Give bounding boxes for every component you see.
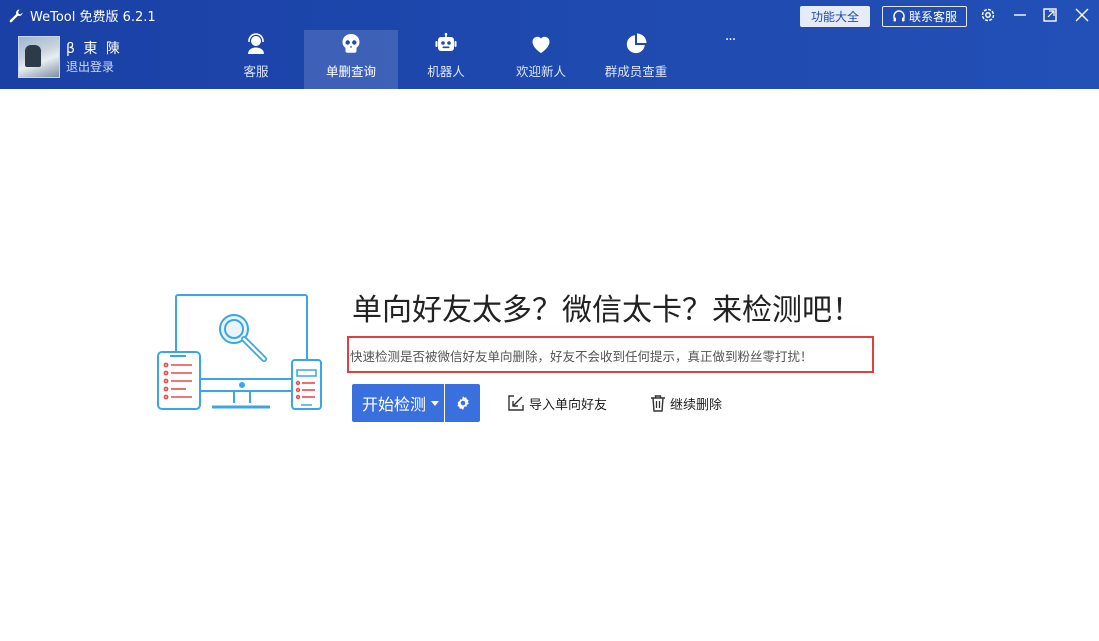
devices-illustration [157, 294, 322, 410]
description-text: 快速检测是否被微信好友单向删除，好友不会收到任何提示，真正做到粉丝零打扰！ [350, 349, 813, 364]
more-icon: ··· [724, 32, 736, 48]
nav-label-customer-service: 客服 [243, 64, 269, 79]
customer-service-icon [248, 33, 264, 54]
nav-label-single-delete-check: 单删查询 [325, 64, 376, 79]
start-check-label: 开始检测 [362, 395, 427, 414]
import-single-friends-button[interactable]: 导入单向好友 [507, 392, 607, 414]
pie-chart-icon [626, 33, 647, 54]
title-bar: WeTool 免费版 6.2.1 功能大全 联系客服 [0, 0, 1099, 30]
import-label: 导入单向好友 [529, 397, 608, 413]
app-title: WeTool 免费版 6.2.1 [8, 6, 156, 25]
contact-support-button[interactable]: 联系客服 [882, 6, 967, 27]
contact-support-label: 联系客服 [908, 10, 957, 24]
dropdown-caret-icon[interactable] [431, 401, 439, 406]
nav-item-robot[interactable]: 机器人 [416, 30, 476, 89]
user-name: β 東 陳 [66, 41, 122, 57]
nav-more-button[interactable]: ··· [716, 30, 744, 89]
skull-icon [342, 34, 360, 53]
user-panel: β 東 陳 退出登录 [18, 36, 218, 78]
app-header: WeTool 免费版 6.2.1 功能大全 联系客服 β 東 陳 退出登录 客服… [0, 0, 1099, 89]
settings-icon[interactable] [979, 6, 997, 24]
gear-icon [456, 396, 469, 410]
avatar[interactable] [18, 36, 60, 78]
headset-icon [893, 9, 905, 21]
nav-item-single-delete-check[interactable]: 单删查询 [304, 30, 398, 89]
continue-delete-button[interactable]: 继续删除 [650, 392, 722, 414]
check-settings-button[interactable] [445, 384, 480, 422]
page-headline: 单向好友太多？微信太卡？来检测吧！ [352, 293, 862, 328]
nav-label-group-member-dedup: 群成员查重 [604, 64, 668, 79]
wrench-icon [9, 9, 23, 22]
features-button[interactable]: 功能大全 [800, 6, 870, 27]
close-icon[interactable] [1073, 6, 1091, 24]
minimize-icon[interactable] [1011, 6, 1029, 24]
nav-label-welcome-newcomer: 欢迎新人 [515, 64, 566, 79]
heart-icon [532, 36, 550, 53]
app-title-text: WeTool 免费版 6.2.1 [30, 10, 156, 25]
maximize-icon[interactable] [1041, 6, 1059, 24]
import-icon [508, 395, 524, 411]
nav-item-group-member-dedup[interactable]: 群成员查重 [598, 30, 674, 89]
robot-icon [435, 32, 457, 51]
nav-item-customer-service[interactable]: 客服 [226, 30, 286, 89]
nav-label-robot: 机器人 [427, 64, 465, 79]
logout-link[interactable]: 退出登录 [66, 58, 114, 75]
start-check-button[interactable]: 开始检测 [352, 384, 444, 422]
continue-delete-label: 继续删除 [670, 397, 723, 413]
trash-icon [651, 395, 665, 412]
nav-item-welcome-newcomer[interactable]: 欢迎新人 [504, 30, 578, 89]
